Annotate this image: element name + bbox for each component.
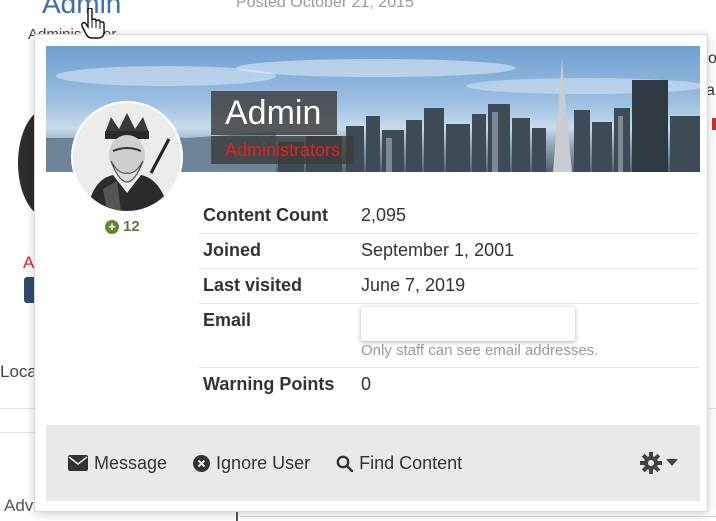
caret-down-icon xyxy=(666,459,678,466)
plus-circle-icon: + xyxy=(105,219,119,234)
stat-value: 0 xyxy=(361,374,372,394)
stat-row-joined: Joined September 1, 2001 xyxy=(199,234,699,269)
background-mark xyxy=(712,118,716,130)
search-icon xyxy=(336,455,354,472)
email-redacted-box xyxy=(361,307,575,341)
find-content-button[interactable]: Find Content xyxy=(336,453,462,474)
divider xyxy=(240,516,716,517)
stat-label: Joined xyxy=(203,240,262,260)
stat-label: Last visited xyxy=(203,275,303,295)
message-label: Message xyxy=(94,452,168,473)
reputation-count: 12 xyxy=(123,218,140,235)
stat-row-warning-points: Warning Points 0 xyxy=(199,368,699,402)
settings-dropdown[interactable] xyxy=(640,452,678,474)
times-circle-icon xyxy=(193,454,211,472)
stat-value: June 7, 2019 xyxy=(361,275,466,295)
stat-row-email: Email Only staff can see email addresses… xyxy=(199,304,699,368)
user-stats: Content Count 2,095 Joined September 1, … xyxy=(199,199,699,402)
hovercard-username[interactable]: Admin xyxy=(211,91,338,135)
user-hovercard: Admin Administrators + 12 Content Count … xyxy=(34,21,708,512)
stat-label: Warning Points xyxy=(203,374,335,394)
reputation-badge: + 12 xyxy=(105,218,140,235)
stat-value: 2,095 xyxy=(361,205,407,225)
find-content-label: Find Content xyxy=(359,452,463,473)
hovercard-group: Administrators xyxy=(211,136,355,164)
stat-value: September 1, 2001 xyxy=(361,240,515,260)
stat-row-content-count: Content Count 2,095 xyxy=(199,199,699,234)
author-group-fragment: A xyxy=(23,253,35,272)
user-avatar[interactable] xyxy=(71,101,183,213)
stat-label: Content Count xyxy=(203,205,328,225)
ignore-user-button[interactable]: Ignore User xyxy=(193,453,310,474)
stat-label: Email xyxy=(203,310,252,330)
gear-icon xyxy=(640,452,662,474)
post-date: Posted October 21, 2015 xyxy=(236,0,414,11)
hovercard-actions: Message Ignore User Find Content xyxy=(46,425,700,501)
location-label: Loca xyxy=(0,362,37,381)
envelope-icon xyxy=(68,455,88,471)
email-note: Only staff can see email addresses. xyxy=(361,342,599,359)
stat-row-last-visited: Last visited June 7, 2019 xyxy=(199,269,699,304)
message-button[interactable]: Message xyxy=(68,453,167,474)
ignore-user-label: Ignore User xyxy=(216,452,311,473)
hand-cursor-icon xyxy=(80,8,105,39)
background-text: o xyxy=(708,50,716,67)
